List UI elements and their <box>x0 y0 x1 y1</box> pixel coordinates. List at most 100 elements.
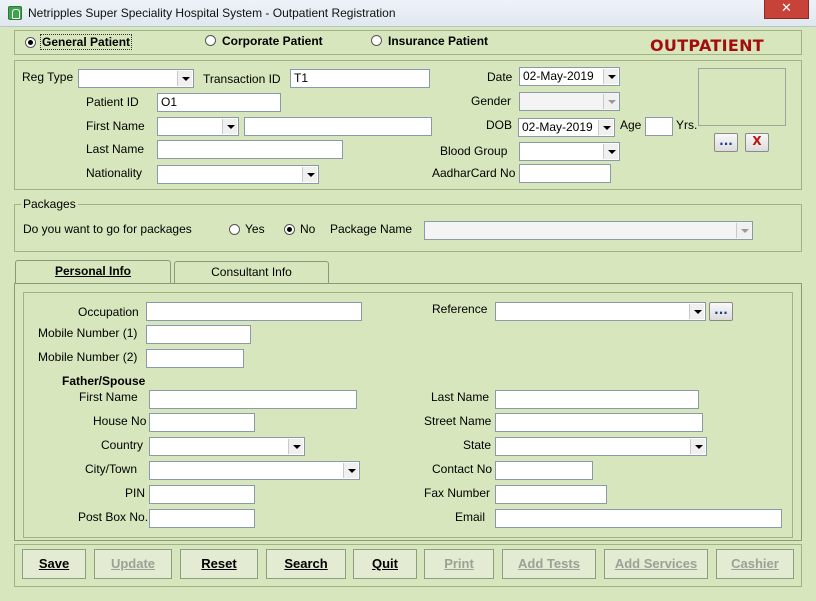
dob-label: DOB <box>486 118 513 132</box>
packages-no-radio[interactable] <box>284 224 295 235</box>
pin-label: PIN <box>125 486 146 500</box>
fs-last-name-label: Last Name <box>431 390 490 404</box>
chevron-down-icon[interactable] <box>603 69 618 84</box>
date-label: Date <box>487 70 513 84</box>
search-button[interactable]: Search <box>266 549 346 579</box>
last-name-field[interactable] <box>157 140 343 159</box>
post-box-field[interactable] <box>149 509 255 528</box>
corporate-patient-label[interactable]: Corporate Patient <box>222 34 323 48</box>
cashier-button[interactable]: Cashier <box>716 549 794 579</box>
nationality-label: Nationality <box>86 166 143 180</box>
street-name-field[interactable] <box>495 413 703 432</box>
window-title: Netripples Super Speciality Hospital Sys… <box>28 6 396 20</box>
general-patient-radio[interactable] <box>25 37 36 48</box>
mobile1-label: Mobile Number (1) <box>38 326 138 340</box>
photo-browse-button[interactable]: ... <box>714 133 738 152</box>
chevron-down-icon[interactable] <box>302 167 317 182</box>
outpatient-badge: OUTPATIENT <box>650 36 765 55</box>
chevron-down-icon[interactable] <box>598 120 613 135</box>
email-field[interactable] <box>495 509 782 528</box>
occupation-field[interactable] <box>146 302 362 321</box>
reference-select[interactable] <box>495 302 706 321</box>
packages-question: Do you want to go for packages <box>23 222 192 236</box>
packages-no-label[interactable]: No <box>300 222 315 236</box>
insurance-patient-radio[interactable] <box>371 35 382 46</box>
father-spouse-heading: Father/Spouse <box>62 374 146 388</box>
age-label: Age <box>620 118 642 132</box>
save-button[interactable]: Save <box>22 549 86 579</box>
city-label: City/Town <box>85 462 138 476</box>
chevron-down-icon[interactable] <box>177 71 192 86</box>
chevron-down-icon[interactable] <box>603 94 618 109</box>
transaction-id-field[interactable]: T1 <box>290 69 430 88</box>
registration-window: Netripples Super Speciality Hospital Sys… <box>0 0 816 601</box>
email-label: Email <box>455 510 486 524</box>
fax-label: Fax Number <box>424 486 491 500</box>
contact-no-field[interactable] <box>495 461 593 480</box>
first-name-field[interactable] <box>244 117 432 136</box>
add-tests-button[interactable]: Add Tests <box>502 549 596 579</box>
state-label: State <box>463 438 492 452</box>
blood-group-label: Blood Group <box>440 144 508 158</box>
dob-picker[interactable]: 02-May-2019 <box>518 118 615 137</box>
packages-yes-radio[interactable] <box>229 224 240 235</box>
chevron-down-icon[interactable] <box>689 304 704 319</box>
last-name-label: Last Name <box>86 142 145 156</box>
city-select[interactable] <box>149 461 360 480</box>
mobile2-field[interactable] <box>146 349 244 368</box>
packages-legend: Packages <box>21 197 78 211</box>
general-patient-label[interactable]: General Patient <box>40 34 133 50</box>
patient-type-bar: General Patient Corporate Patient Insura… <box>14 30 802 55</box>
chevron-down-icon[interactable] <box>603 144 618 159</box>
insurance-patient-label[interactable]: Insurance Patient <box>388 34 488 48</box>
package-name-select[interactable] <box>424 221 753 240</box>
aadhar-label: AadharCard No <box>432 166 516 180</box>
mobile1-field[interactable] <box>146 325 251 344</box>
reference-browse-button[interactable]: ... <box>709 302 733 321</box>
photo-clear-button[interactable]: X <box>745 133 769 152</box>
patient-id-label: Patient ID <box>86 95 139 109</box>
package-name-label: Package Name <box>330 222 413 236</box>
fs-first-name-field[interactable] <box>149 390 357 409</box>
chevron-down-icon[interactable] <box>288 439 303 454</box>
country-label: Country <box>101 438 144 452</box>
occupation-label: Occupation <box>78 305 139 319</box>
add-services-button[interactable]: Add Services <box>604 549 708 579</box>
chevron-down-icon[interactable] <box>736 223 751 238</box>
reg-type-select[interactable] <box>78 69 194 88</box>
age-field[interactable] <box>645 117 673 136</box>
nationality-select[interactable] <box>157 165 319 184</box>
corporate-patient-radio[interactable] <box>205 35 216 46</box>
chevron-down-icon[interactable] <box>222 119 237 134</box>
state-select[interactable] <box>495 437 707 456</box>
reg-type-label: Reg Type <box>22 70 74 84</box>
fs-last-name-field[interactable] <box>495 390 699 409</box>
print-button[interactable]: Print <box>424 549 494 579</box>
gender-label: Gender <box>471 94 512 108</box>
quit-button[interactable]: Quit <box>353 549 417 579</box>
patient-id-field[interactable]: O1 <box>157 93 281 112</box>
blood-group-select[interactable] <box>519 142 620 161</box>
packages-yes-label[interactable]: Yes <box>245 222 265 236</box>
gender-select[interactable] <box>519 92 620 111</box>
patient-photo <box>698 68 786 126</box>
tab-consultant-info[interactable]: Consultant Info <box>174 261 329 283</box>
name-title-select[interactable] <box>157 117 239 136</box>
aadhar-field[interactable] <box>519 164 611 183</box>
house-no-field[interactable] <box>149 413 255 432</box>
contact-no-label: Contact No <box>432 462 493 476</box>
date-picker[interactable]: 02-May-2019 <box>519 67 620 86</box>
reset-button[interactable]: Reset <box>180 549 258 579</box>
title-bar: Netripples Super Speciality Hospital Sys… <box>0 0 816 27</box>
country-select[interactable] <box>149 437 305 456</box>
update-button[interactable]: Update <box>94 549 172 579</box>
transaction-id-label: Transaction ID <box>203 72 281 86</box>
chevron-down-icon[interactable] <box>343 463 358 478</box>
chevron-down-icon[interactable] <box>690 439 705 454</box>
tab-personal-info[interactable]: Personal Info <box>15 260 171 284</box>
fax-field[interactable] <box>495 485 607 504</box>
close-button[interactable]: ✕ <box>764 0 809 19</box>
pin-field[interactable] <box>149 485 255 504</box>
mobile2-label: Mobile Number (2) <box>38 350 138 364</box>
first-name-label: First Name <box>86 119 145 133</box>
